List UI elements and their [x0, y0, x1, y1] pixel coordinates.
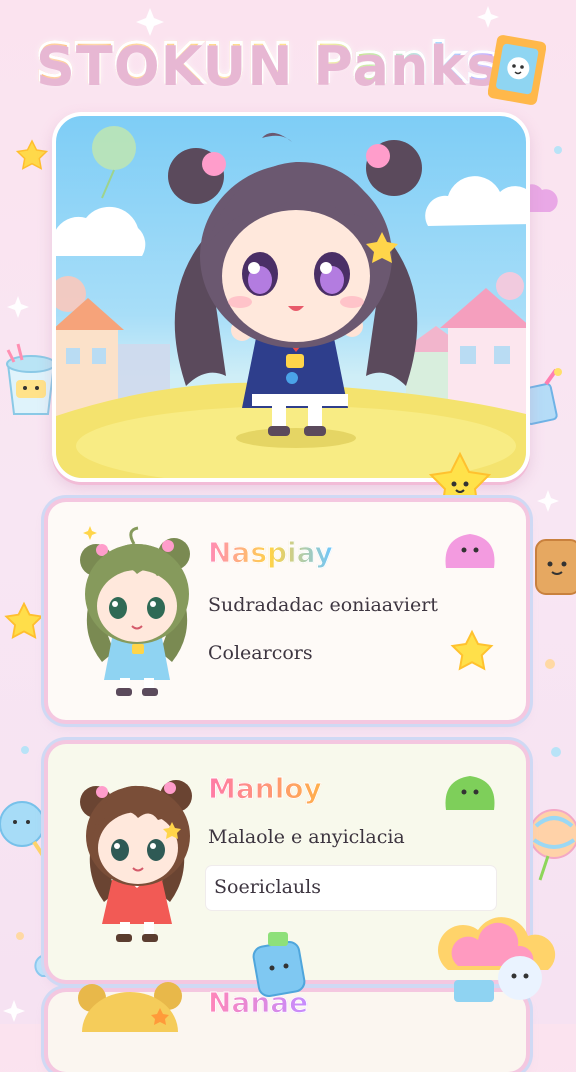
lollipop-icon[interactable]	[0, 796, 54, 868]
character-detail: Colearcors	[208, 642, 313, 664]
game-title: STOKUN Panks	[30, 30, 500, 110]
cookie-icon[interactable]	[530, 530, 576, 610]
picture-frame-icon[interactable]	[488, 34, 546, 106]
star-icon	[450, 629, 494, 671]
character-description: Malaole e anyiclacia	[208, 826, 405, 848]
character-name: Manloy	[208, 772, 323, 806]
slime-icon	[445, 776, 495, 810]
character-portrait	[78, 982, 182, 1032]
character-detail-field[interactable]: Soericlauls	[206, 866, 496, 910]
character-name: Naspiay	[208, 536, 334, 570]
star-icon	[4, 601, 44, 639]
title-part-1: STOKUN	[35, 31, 295, 97]
rainbow-cloud-icon[interactable]	[438, 910, 558, 1010]
slime-icon	[445, 534, 495, 568]
bottle-icon[interactable]	[246, 924, 316, 1004]
star-icon	[15, 139, 49, 170]
character-description: Sudradadac eoniaaviert	[208, 594, 438, 616]
character-portrait	[80, 780, 192, 942]
title-part-2: Panks	[312, 31, 500, 97]
hero-scene	[52, 112, 530, 482]
character-card[interactable]: Naspiay Sudradadac eoniaaviert Colearcor…	[48, 502, 526, 720]
character-portrait	[80, 526, 190, 696]
character-detail: Soericlauls	[214, 876, 321, 898]
balloon-icon[interactable]	[528, 800, 576, 890]
